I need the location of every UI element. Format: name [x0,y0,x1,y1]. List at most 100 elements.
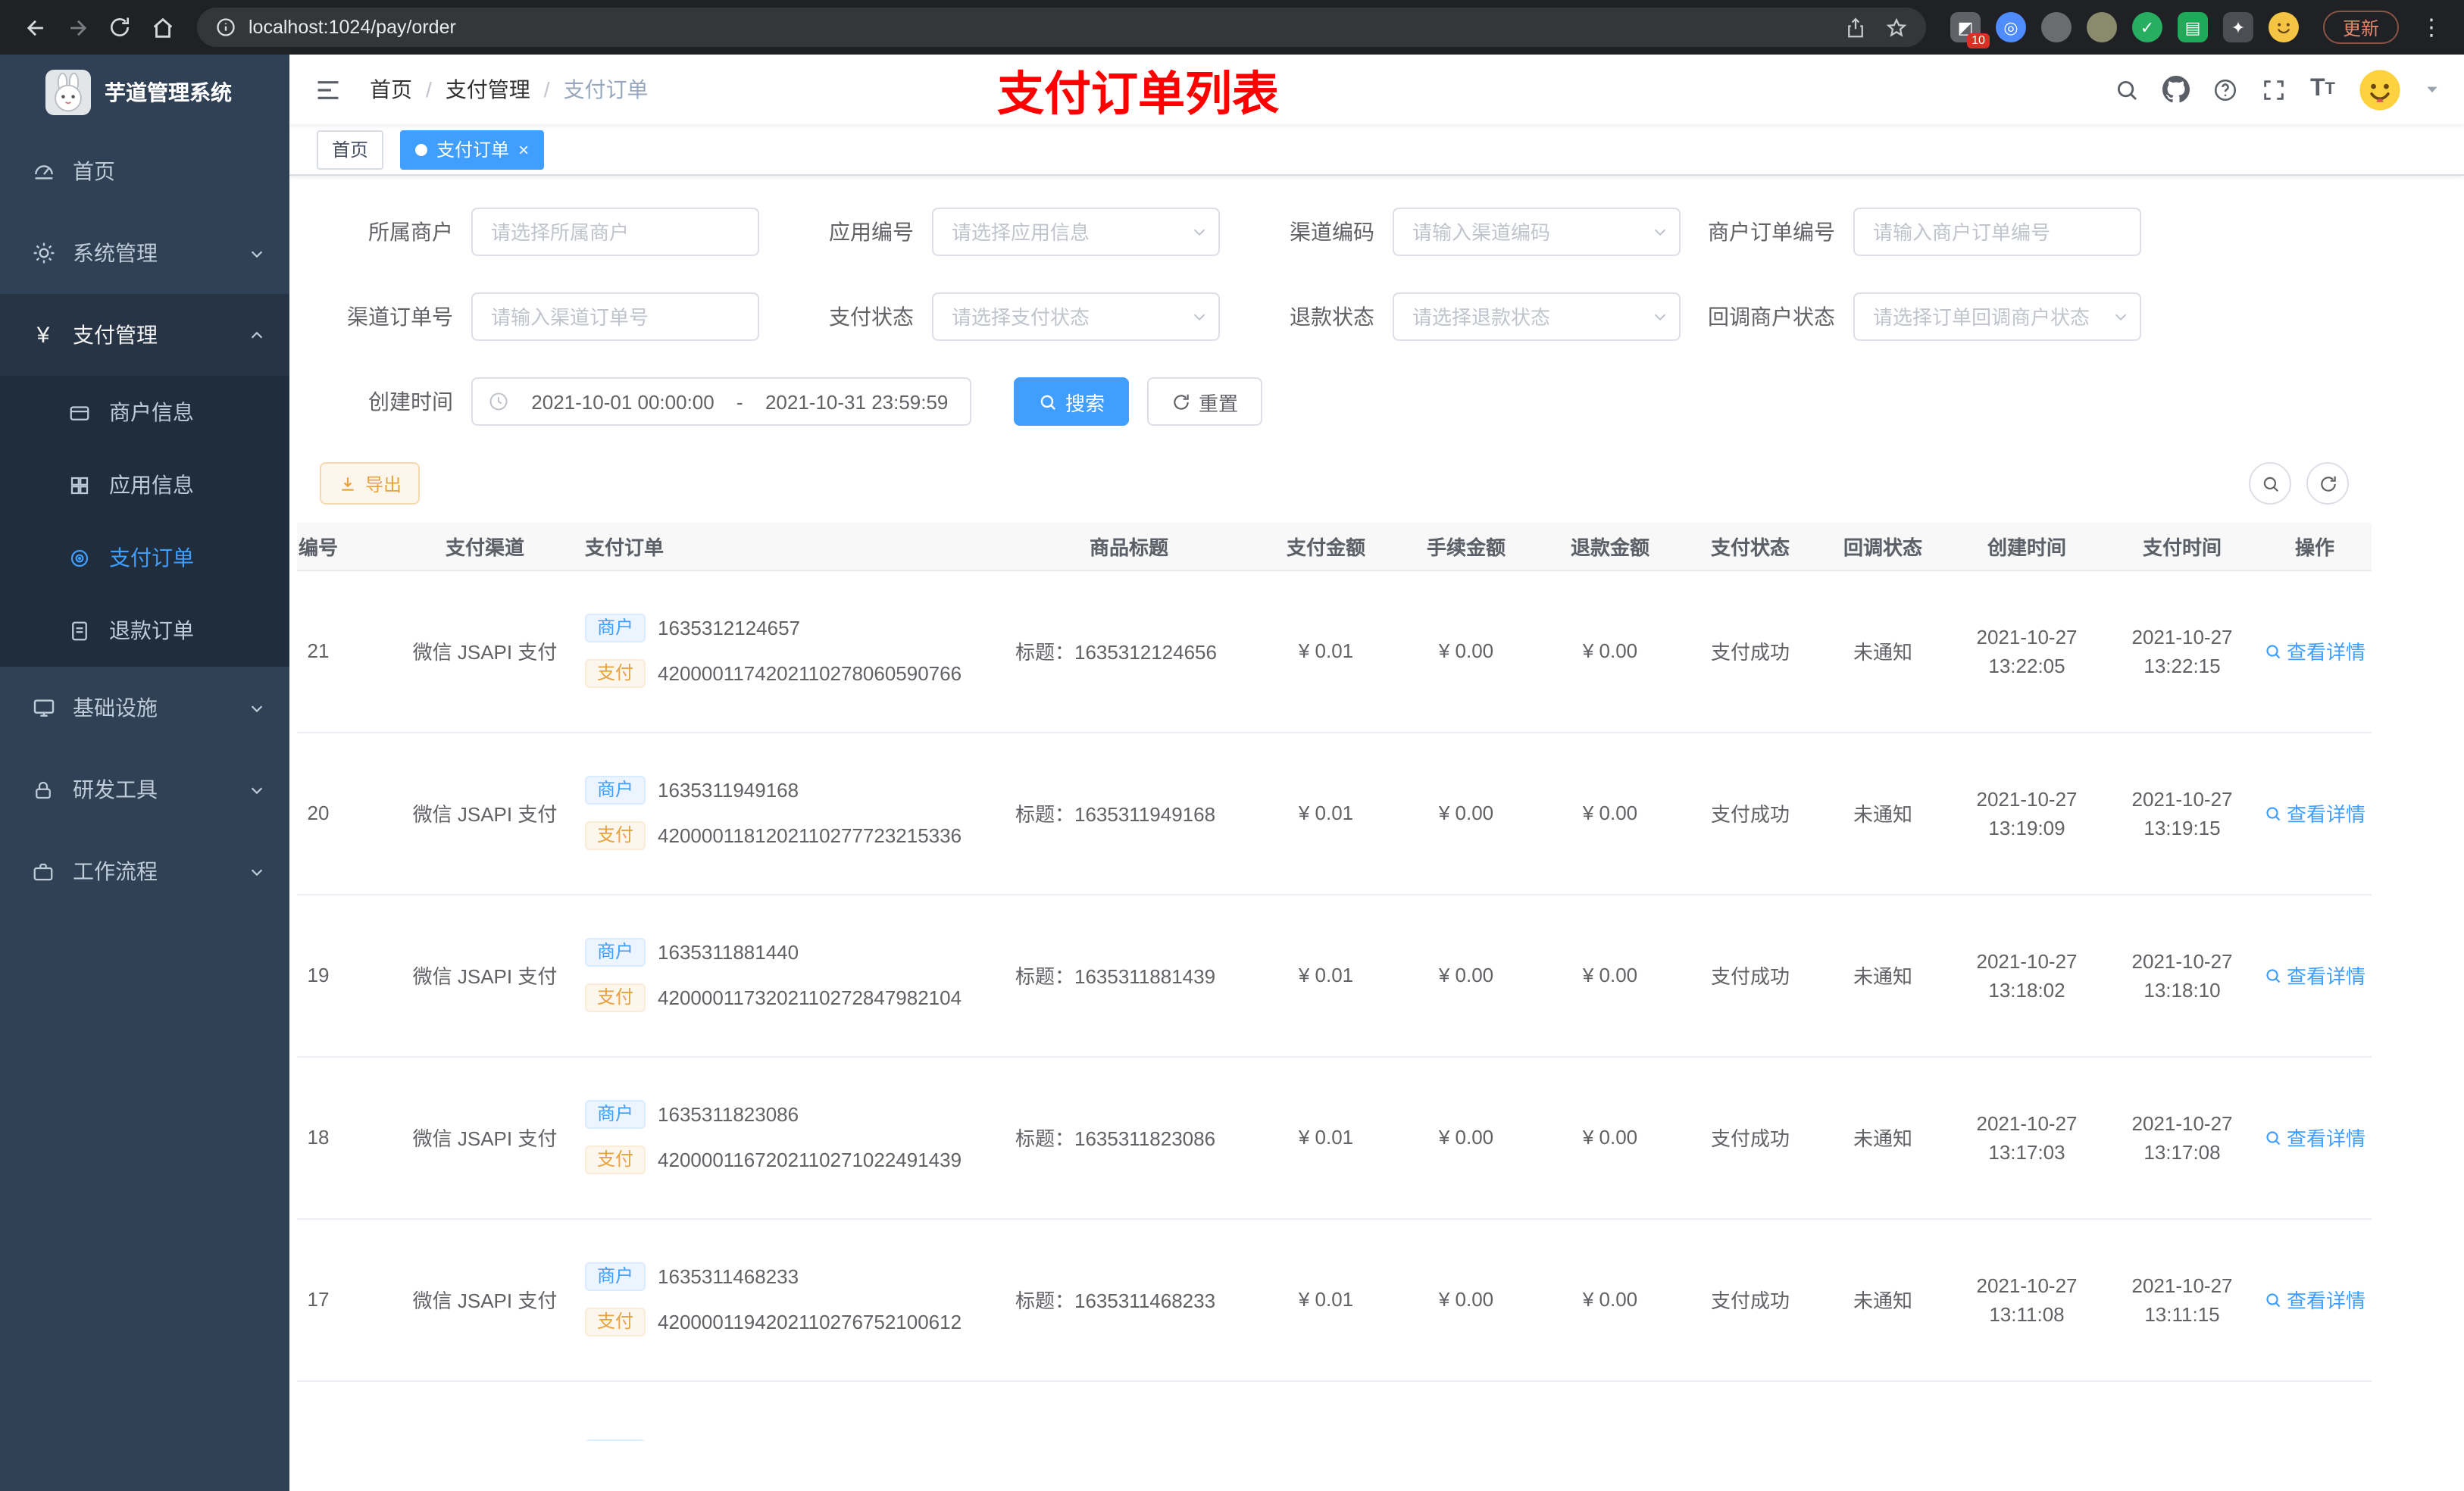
payment-submenu: 商户信息 应用信息 支付订单 退款订单 [0,376,289,667]
share-icon[interactable] [1844,16,1867,39]
avatar[interactable] [2358,67,2402,111]
channel-order-no-input[interactable] [471,292,759,341]
profile-avatar-icon[interactable] [2268,12,2299,42]
date-separator: - [736,390,743,413]
filter-label: 渠道编码 [1290,220,1374,244]
cell-order: 商户 1635312124657 支付 42000011742021102780… [576,570,1000,733]
browser-update-button[interactable]: 更新 [2322,11,2399,44]
close-tab-icon[interactable]: × [518,140,529,158]
cell-notify: 未通知 [1818,894,1947,1057]
pay-tag: 支付 [585,1308,646,1336]
sidebar-item-app-info[interactable]: 应用信息 [0,449,289,521]
hamburger-icon[interactable] [314,75,342,104]
url-text[interactable]: localhost:1024/pay/order [249,17,456,38]
address-bar[interactable]: localhost:1024/pay/order [197,8,1926,47]
sidebar-item-infrastructure[interactable]: 基础设施 [0,667,289,749]
cell-title: 标题：1635311468233 [1000,1218,1258,1381]
fullscreen-icon[interactable] [2262,77,2287,102]
extension-icon[interactable]: ✦ [2222,12,2253,42]
toggle-search-button[interactable] [2249,462,2291,505]
extension-icon[interactable]: ◎ [1995,12,2026,42]
col-amount: 支付金额 [1258,523,1394,570]
font-size-icon[interactable]: TT [2310,76,2335,103]
cell-pay-time [2106,1380,2258,1441]
browser-forward-icon[interactable] [58,8,97,47]
cell-amount: ¥ 0.01 [1258,1218,1394,1381]
col-pay-time: 支付时间 [2106,523,2258,570]
cell-channel: 微信 JSAPI 支付 [394,1056,576,1219]
refund-status-select[interactable] [1393,292,1681,341]
refresh-table-button[interactable] [2306,462,2349,505]
filter-pay-status: 支付状态 [780,292,1220,341]
date-start-input[interactable] [518,390,727,413]
sidebar-item-payment[interactable]: ¥ 支付管理 [0,294,289,376]
sidebar-item-refund-order[interactable]: 退款订单 [0,594,289,667]
browser-back-icon[interactable] [15,8,55,47]
caret-down-icon[interactable] [2425,82,2440,97]
github-icon[interactable] [2162,76,2190,103]
help-icon[interactable] [2213,77,2239,102]
extension-icon[interactable] [2040,12,2072,42]
reset-button[interactable]: 重置 [1147,377,1263,426]
cell-status: 支付成功 [1682,1056,1818,1219]
view-detail-link[interactable]: 查看详情 [2264,799,2366,827]
sidebar-item-system[interactable]: 系统管理 [0,212,289,294]
yen-icon: ¥ [36,322,50,348]
merchant-order-no: 1635311468233 [658,1265,799,1288]
view-detail-link[interactable]: 查看详情 [2264,1123,2366,1152]
extension-icon[interactable]: ✓ [2131,12,2162,42]
notify-status-select[interactable] [1853,292,2141,341]
merchant-select[interactable] [471,208,759,256]
view-detail-link[interactable]: 查看详情 [2264,636,2366,665]
extension-icon[interactable]: ▤ [2177,12,2208,42]
extension-icon[interactable]: ◩ 10 [1950,12,1990,48]
bookmark-star-icon[interactable] [1885,16,1908,39]
cell-refund: ¥ 0.00 [1538,732,1682,895]
extension-icon[interactable] [2086,12,2117,42]
merchant-order-no: 1635312124657 [658,617,801,639]
browser-home-icon[interactable] [142,8,182,47]
breadcrumb-home[interactable]: 首页 [370,74,412,105]
cell-id: 20 [297,732,394,895]
sidebar-item-label: 工作流程 [73,859,158,883]
app-title: 芋道管理系统 [105,80,232,105]
cell-title [1000,1380,1258,1441]
cell-create-time: 2021-10-27 13:18:02 [1947,894,2106,1057]
search-button[interactable]: 搜索 [1014,377,1130,426]
app-select[interactable] [932,208,1220,256]
sidebar-item-label: 支付订单 [109,545,194,570]
col-status: 支付状态 [1682,523,1818,570]
export-button[interactable]: 导出 [320,462,421,505]
create-time-range[interactable]: - [471,377,971,426]
merchant-order-no-input[interactable] [1853,208,2141,256]
screen: localhost:1024/pay/order ◩ 10 ◎ ✓ ▤ ✦ 更新… [0,0,2464,1491]
pay-status-select[interactable] [932,292,1220,341]
sidebar-item-home[interactable]: 首页 [0,130,289,212]
chevron-up-icon [249,327,265,343]
tab-home[interactable]: 首页 [317,130,384,169]
sidebar-item-merchant-info[interactable]: 商户信息 [0,376,289,449]
site-info-icon[interactable] [215,17,236,38]
gear-icon [30,241,56,265]
sidebar-item-label: 系统管理 [73,241,158,265]
sidebar-item-pay-order[interactable]: 支付订单 [0,521,289,594]
channel-code-select[interactable] [1393,208,1681,256]
view-detail-link[interactable]: 查看详情 [2264,1285,2366,1314]
filter-label: 渠道订单号 [347,305,453,329]
sidebar-item-workflow[interactable]: 工作流程 [0,830,289,912]
browser-refresh-icon[interactable] [100,8,139,47]
tab-pay-order[interactable]: 支付订单 × [400,130,545,169]
cell-notify [1818,1380,1947,1441]
lock-icon [30,778,56,801]
search-icon[interactable] [2115,77,2140,102]
browser-menu-icon[interactable]: ⋮ [2414,14,2449,41]
filter-create-time: 创建时间 - [320,377,971,426]
cell-id [297,1380,394,1441]
view-detail-link[interactable]: 查看详情 [2264,961,2366,989]
cell-pay-time: 2021-10-27 13:17:08 [2106,1056,2258,1219]
breadcrumb-section[interactable]: 支付管理 [446,74,530,105]
date-end-input[interactable] [752,390,962,413]
cell-create-time: 2021-10-27 13:11:08 [1947,1218,2106,1381]
sidebar-item-dev-tools[interactable]: 研发工具 [0,749,289,830]
app-logo: 芋道管理系统 [0,55,289,130]
